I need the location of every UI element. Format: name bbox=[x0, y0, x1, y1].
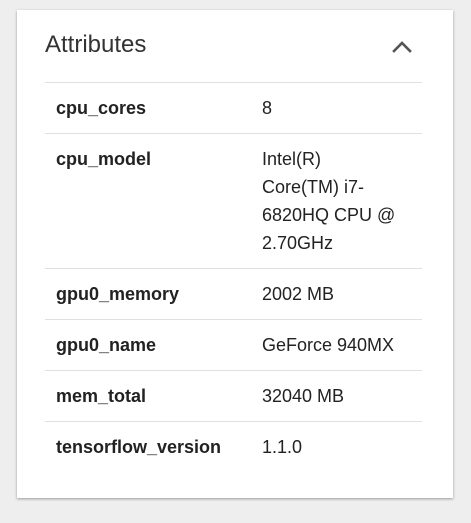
chevron-up-icon bbox=[392, 41, 412, 53]
attribute-value: 32040 MB bbox=[262, 386, 345, 406]
table-row: mem_total 32040 MB bbox=[45, 370, 422, 421]
attribute-value: 2002 MB bbox=[262, 284, 335, 304]
attributes-card: Attributes cpu_cores 8 cpu_model Intel(R… bbox=[17, 10, 453, 498]
table-row: cpu_model Intel(R) Core(TM) i7- 6820HQ C… bbox=[45, 133, 422, 268]
attribute-value: 1.1.0 bbox=[262, 437, 303, 457]
table-row: gpu0_memory 2002 MB bbox=[45, 268, 422, 319]
attribute-value: Intel(R) Core(TM) i7- 6820HQ CPU @ 2.70G… bbox=[262, 149, 396, 253]
attribute-key: mem_total bbox=[56, 386, 147, 406]
attribute-value: GeForce 940MX bbox=[262, 335, 395, 355]
attribute-key: tensorflow_version bbox=[56, 437, 222, 457]
collapse-button[interactable] bbox=[387, 32, 417, 62]
attribute-key: gpu0_memory bbox=[56, 284, 180, 304]
table-row: gpu0_name GeForce 940MX bbox=[45, 319, 422, 370]
table-row: tensorflow_version 1.1.0 bbox=[45, 421, 422, 472]
attribute-value: 8 bbox=[262, 98, 273, 118]
attribute-key: cpu_model bbox=[56, 149, 152, 169]
attributes-table: cpu_cores 8 cpu_model Intel(R) Core(TM) … bbox=[45, 82, 422, 472]
card-title: Attributes bbox=[45, 31, 147, 58]
card-header: Attributes bbox=[17, 10, 453, 82]
table-row: cpu_cores 8 bbox=[45, 82, 422, 133]
attribute-key: cpu_cores bbox=[56, 98, 147, 118]
attribute-key: gpu0_name bbox=[56, 335, 157, 355]
